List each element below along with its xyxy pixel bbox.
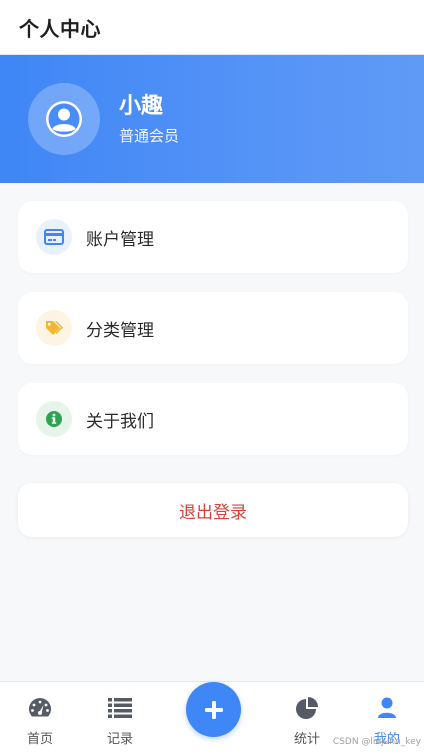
menu-item-account[interactable]: 账户管理: [18, 201, 408, 273]
profile-banner: 小趣 普通会员: [0, 55, 424, 183]
info-circle-icon: [36, 401, 72, 437]
tab-label: 记录: [106, 732, 133, 747]
menu-item-label: 关于我们: [86, 411, 154, 432]
tab-label: 首页: [26, 732, 53, 747]
tab-home[interactable]: 首页: [0, 682, 80, 754]
pie-chart-icon: [296, 697, 318, 719]
plus-icon: [204, 700, 223, 719]
menu-item-category[interactable]: 分类管理: [18, 292, 408, 364]
menu-item-label: 分类管理: [86, 320, 154, 341]
tab-records[interactable]: 记录: [80, 682, 160, 754]
user-icon: [378, 697, 396, 718]
menu-item-label: 账户管理: [86, 229, 154, 250]
page-title: 个人中心: [19, 16, 101, 41]
logout-button[interactable]: 退出登录: [18, 483, 408, 537]
membership-level: 普通会员: [119, 126, 180, 145]
list-icon: [108, 698, 132, 718]
profile-info: 小趣 普通会员: [119, 93, 179, 146]
dashboard-icon: [29, 698, 51, 717]
tags-icon: [36, 310, 72, 346]
avatar[interactable]: [28, 83, 100, 155]
menu-item-about[interactable]: 关于我们: [18, 383, 408, 455]
user-name: 小趣: [119, 93, 164, 119]
add-record-button[interactable]: [186, 682, 241, 737]
watermark: CSDN @liujunn_key: [332, 737, 421, 747]
user-circle-icon: [46, 101, 82, 137]
app-header: 个人中心: [0, 0, 424, 55]
credit-card-icon: [36, 219, 72, 255]
tab-label: 统计: [293, 732, 320, 747]
